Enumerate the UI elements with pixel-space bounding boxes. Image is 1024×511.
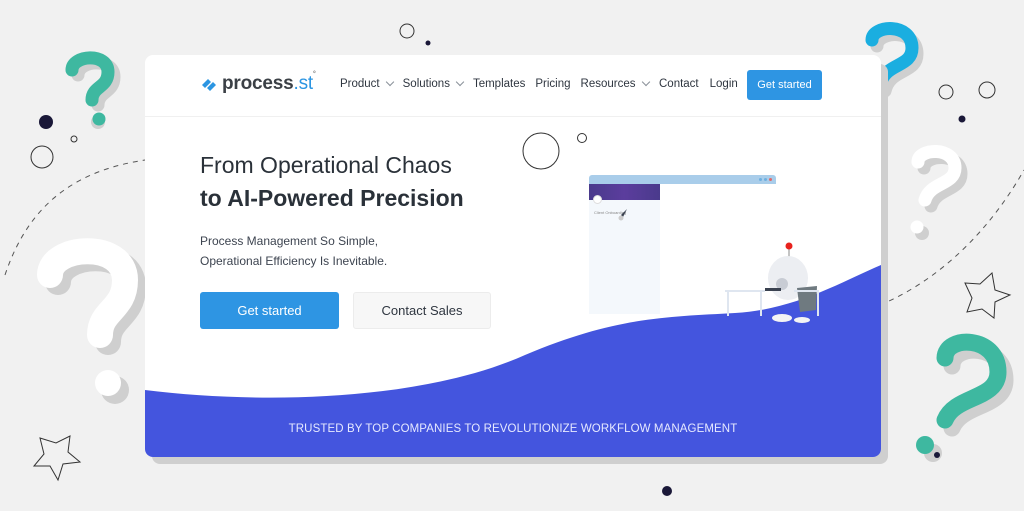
login-label: Login xyxy=(709,78,738,90)
mockup-avatar xyxy=(593,195,602,204)
menu-label: Product xyxy=(340,78,380,90)
ring-medium xyxy=(30,145,54,169)
hero-subtitle-line1: Process Management So Simple, xyxy=(200,234,379,248)
main-menu: Product Solutions Templates Pricing Reso… xyxy=(340,77,659,90)
nav-get-started-button[interactable]: Get started xyxy=(747,70,822,100)
menu-label: Pricing xyxy=(535,78,571,90)
ring-right-2 xyxy=(978,81,996,99)
star-icon-right xyxy=(964,272,1012,319)
contact-sales-button[interactable]: Contact Sales xyxy=(353,292,491,329)
menu-item-pricing[interactable]: Pricing xyxy=(535,78,570,90)
website-card: process.st° Product Solutions Templates … xyxy=(145,55,881,457)
contact-link[interactable]: Contact xyxy=(659,78,699,90)
contact-label: Contact xyxy=(659,78,699,90)
question-mark-icon-white-left xyxy=(37,238,147,404)
ring-top xyxy=(399,23,415,39)
login-link[interactable]: Login xyxy=(710,78,738,90)
question-mark-icon-teal-topleft xyxy=(65,51,121,129)
process-st-logo-icon xyxy=(202,79,216,91)
menu-label: Solutions xyxy=(402,78,450,90)
menu-label: Templates xyxy=(472,78,526,90)
question-mark-icon-white-right xyxy=(910,145,968,240)
chevron-down-icon xyxy=(385,77,394,87)
ring-small xyxy=(70,135,78,143)
logo[interactable]: process.st° xyxy=(199,71,316,95)
menu-label: Resources xyxy=(580,78,636,90)
ring-right-1 xyxy=(938,84,954,100)
question-mark-icon-teal-right xyxy=(916,333,1014,462)
decorative-rings xyxy=(522,132,587,170)
menu-item-templates[interactable]: Templates xyxy=(473,78,525,90)
menu-item-solutions[interactable]: Solutions xyxy=(402,77,465,90)
menu-item-product[interactable]: Product xyxy=(340,77,394,90)
dot-bottom xyxy=(662,486,672,496)
hero-title-line1: From Operational Chaos xyxy=(200,152,452,178)
get-started-button[interactable]: Get started xyxy=(200,292,339,329)
hero-subtitle: Process Management So Simple, Operationa… xyxy=(200,231,387,271)
trusted-by-banner: TRUSTED BY TOP COMPANIES TO REVOLUTIONIZ… xyxy=(288,423,738,435)
top-navigation: process.st° Product Solutions Templates … xyxy=(145,55,881,117)
chevron-down-icon xyxy=(455,77,465,87)
rocket-icon xyxy=(618,209,627,221)
dot-dark xyxy=(39,115,53,129)
hero-title-line2: to AI-Powered Precision xyxy=(200,185,464,211)
mockup-window-bar xyxy=(589,175,776,184)
dot-top xyxy=(425,40,431,46)
hero-subtitle-line2: Operational Efficiency Is Inevitable. xyxy=(200,254,388,268)
logo-text: process.st° xyxy=(222,71,316,94)
secondary-menu: Contact Login xyxy=(659,78,749,90)
robot-at-desk-illustration xyxy=(725,242,819,323)
mockup-sidebar: Client Onboarding xyxy=(589,184,660,314)
star-icon-left xyxy=(32,435,82,482)
hero-title: From Operational Chaos to AI-Powered Pre… xyxy=(200,149,464,215)
menu-item-resources[interactable]: Resources xyxy=(580,77,650,90)
chevron-down-icon xyxy=(641,77,650,87)
window-dots xyxy=(759,178,772,181)
dot-right xyxy=(958,115,966,123)
dot-bottom-right xyxy=(934,452,940,458)
